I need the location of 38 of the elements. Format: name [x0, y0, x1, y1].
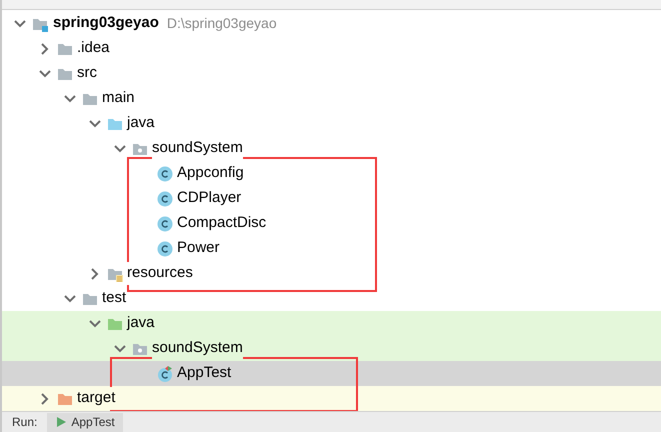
tree-row[interactable]: resources [2, 261, 661, 286]
tree-row[interactable]: test [2, 286, 661, 311]
tree-row[interactable]: Appconfig [2, 161, 661, 186]
tree-row[interactable]: src [2, 61, 661, 86]
chevron-right-icon[interactable] [41, 392, 49, 404]
chevron-down-icon[interactable] [89, 120, 101, 128]
chevron-right-icon[interactable] [41, 42, 49, 54]
class-icon [157, 240, 173, 256]
tree-row[interactable]: Power [2, 236, 661, 261]
chevron-down-icon[interactable] [89, 320, 101, 328]
tree-row[interactable]: java [2, 111, 661, 136]
tree-row[interactable]: CompactDisc [2, 211, 661, 236]
run-tab[interactable]: AppTest [47, 412, 123, 432]
tree-row[interactable]: AppTest [2, 361, 661, 386]
test-class-icon [157, 366, 173, 382]
chevron-down-icon[interactable] [14, 20, 26, 28]
chevron-down-icon[interactable] [64, 94, 76, 102]
tree-row[interactable]: CDPlayer [2, 186, 661, 211]
tree-row[interactable]: .idea [2, 36, 661, 61]
run-label: Run: [11, 414, 38, 430]
class-icon [157, 190, 173, 206]
tree-row[interactable]: java [2, 311, 661, 336]
tree-row[interactable]: target [2, 386, 661, 411]
tree-item-label: resources [127, 262, 193, 285]
run-icon [55, 416, 68, 428]
tree-row[interactable]: main [2, 86, 661, 111]
chevron-down-icon[interactable] [114, 144, 126, 152]
chevron-down-icon[interactable] [64, 294, 76, 302]
project-path: D:\spring03geyao [166, 14, 277, 33]
tree-row[interactable]: soundSystem [2, 336, 661, 361]
chevron-right-icon[interactable] [91, 268, 99, 280]
tree-item-label: target [77, 387, 116, 410]
class-icon [157, 166, 173, 182]
chevron-down-icon[interactable] [39, 70, 51, 78]
tree-row[interactable]: soundSystem [2, 136, 661, 161]
class-icon [157, 216, 173, 232]
tree-row[interactable]: spring03geyao D:\spring03geyao [2, 11, 661, 36]
chevron-down-icon[interactable] [114, 344, 126, 352]
